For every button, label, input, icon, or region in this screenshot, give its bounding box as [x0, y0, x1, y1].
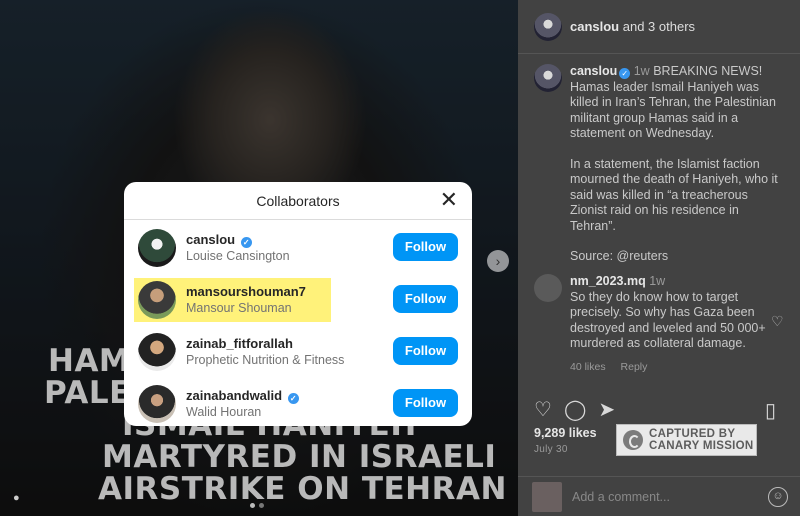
- post-date: July 30: [534, 444, 568, 455]
- avatar[interactable]: [534, 12, 562, 41]
- collaborator-info: zainabandwalid ✓ Walid Houran: [186, 388, 299, 420]
- collaborator-username[interactable]: mansourshouman7: [186, 284, 306, 300]
- tagged-users-icon[interactable]: ●: [13, 492, 25, 504]
- collaborator-full-name: Louise Cansington: [186, 249, 290, 263]
- avatar[interactable]: [138, 229, 176, 267]
- share-icon[interactable]: ➤: [598, 397, 615, 422]
- collaborator-row[interactable]: zainabandwalid ✓ Walid Houran Follow: [124, 378, 472, 426]
- author-others[interactable]: and 3 others: [623, 19, 695, 34]
- collaborators-dialog: Collaborators ✕ canslou ✓ Louise Cansing…: [124, 182, 472, 426]
- username-text[interactable]: canslou: [186, 232, 235, 247]
- caption-source: Source: @reuters: [570, 249, 669, 263]
- follow-button[interactable]: Follow: [393, 337, 458, 365]
- carousel-dot: [259, 503, 264, 508]
- author-username[interactable]: canslou: [570, 19, 619, 34]
- caption-body: canslou ✓ 1w BREAKING NEWS! Hamas leader …: [570, 64, 784, 265]
- comment-meta: 40 likes Reply: [570, 360, 770, 376]
- avatar[interactable]: [138, 281, 176, 319]
- carousel-dot-active: [250, 503, 255, 508]
- comment: nm_2023.mq 1w So they do know how to tar…: [534, 274, 784, 375]
- avatar[interactable]: [534, 64, 562, 92]
- comment-icon[interactable]: ◯: [564, 397, 586, 422]
- collaborator-username[interactable]: canslou ✓: [186, 232, 290, 248]
- collaborator-row[interactable]: canslou ✓ Louise Cansington Follow: [124, 222, 472, 274]
- headline-line: AIRSTRIKE ON TEHRAN: [98, 471, 507, 507]
- post-caption: canslou ✓ 1w BREAKING NEWS! Hamas leader …: [534, 64, 784, 265]
- caption-paragraph: In a statement, the Islamist faction mou…: [570, 156, 778, 233]
- collaborator-full-name: Walid Houran: [186, 405, 262, 419]
- instagram-post-view: HAMAS PALES ISMAIL HANIYEH MARTYRED IN I…: [0, 0, 800, 516]
- follow-button[interactable]: Follow: [393, 285, 458, 313]
- collaborator-username[interactable]: zainab_fitforallah: [186, 336, 344, 352]
- comment-time: 1w: [649, 274, 666, 288]
- avatar[interactable]: [534, 274, 562, 302]
- post-header: canslou and 3 others: [518, 0, 800, 54]
- collaborator-full-name: Prophetic Nutrition & Fitness: [186, 353, 345, 367]
- add-comment-input[interactable]: Add a comment...: [572, 490, 768, 504]
- collaborator-username[interactable]: zainabandwalid ✓: [186, 388, 299, 404]
- follow-button[interactable]: Follow: [393, 389, 458, 417]
- like-count[interactable]: 9,289 likes: [534, 426, 597, 440]
- collaborator-row[interactable]: mansourshouman7 Mansour Shouman Follow: [124, 274, 472, 326]
- dialog-header: Collaborators ✕: [124, 182, 472, 220]
- collaborator-full-name: Mansour Shouman: [186, 301, 292, 315]
- dialog-title: Collaborators: [256, 192, 340, 209]
- emoji-icon[interactable]: ☺: [768, 486, 788, 507]
- verified-badge-icon: ✓: [287, 393, 299, 404]
- post-authors[interactable]: canslou and 3 others: [570, 19, 695, 34]
- collaborator-info: canslou ✓ Louise Cansington: [186, 232, 290, 264]
- comment-username[interactable]: nm_2023.mq: [570, 274, 646, 288]
- headline-line: MARTYRED IN ISRAELI: [102, 439, 497, 475]
- close-icon[interactable]: ✕: [440, 189, 458, 211]
- caption-time: 1w: [633, 64, 650, 78]
- add-comment-bar: Add a comment... ☺: [518, 476, 800, 516]
- verified-badge-icon: ✓: [240, 237, 252, 248]
- user-thumbnail: [532, 481, 562, 512]
- comment-likes[interactable]: 40 likes: [570, 361, 606, 373]
- avatar[interactable]: [138, 333, 176, 371]
- canary-mission-logo: [623, 430, 643, 450]
- reply-button[interactable]: Reply: [621, 361, 648, 373]
- chevron-right-icon[interactable]: ›: [487, 250, 509, 272]
- verified-badge-icon: ✓: [619, 68, 631, 79]
- watermark-line: CAPTURED BY: [649, 427, 736, 440]
- follow-button[interactable]: Follow: [393, 233, 458, 261]
- carousel-dots: [250, 503, 264, 508]
- heart-icon[interactable]: ♡: [534, 397, 552, 422]
- collaborator-row[interactable]: zainab_fitforallah Prophetic Nutrition &…: [124, 326, 472, 378]
- canary-mission-watermark: CAPTURED BY CANARY MISSION: [616, 424, 757, 456]
- watermark-line: CANARY MISSION: [649, 440, 754, 452]
- collaborator-info: zainab_fitforallah Prophetic Nutrition &…: [186, 336, 344, 368]
- comment-text: So they do know how to target precisely.…: [570, 289, 766, 351]
- username-text[interactable]: zainabandwalid: [186, 388, 282, 403]
- watermark-text: CAPTURED BY CANARY MISSION: [649, 428, 754, 453]
- post-actions: ♡ ◯ ➤ ▯: [534, 396, 794, 423]
- collaborator-info: mansourshouman7 Mansour Shouman: [186, 284, 306, 316]
- bookmark-icon[interactable]: ▯: [765, 398, 776, 423]
- avatar[interactable]: [138, 385, 176, 423]
- caption-username[interactable]: canslou: [570, 64, 617, 78]
- comment-body: nm_2023.mq 1w So they do know how to tar…: [570, 274, 770, 375]
- comment-heart-icon[interactable]: ♡: [771, 313, 784, 330]
